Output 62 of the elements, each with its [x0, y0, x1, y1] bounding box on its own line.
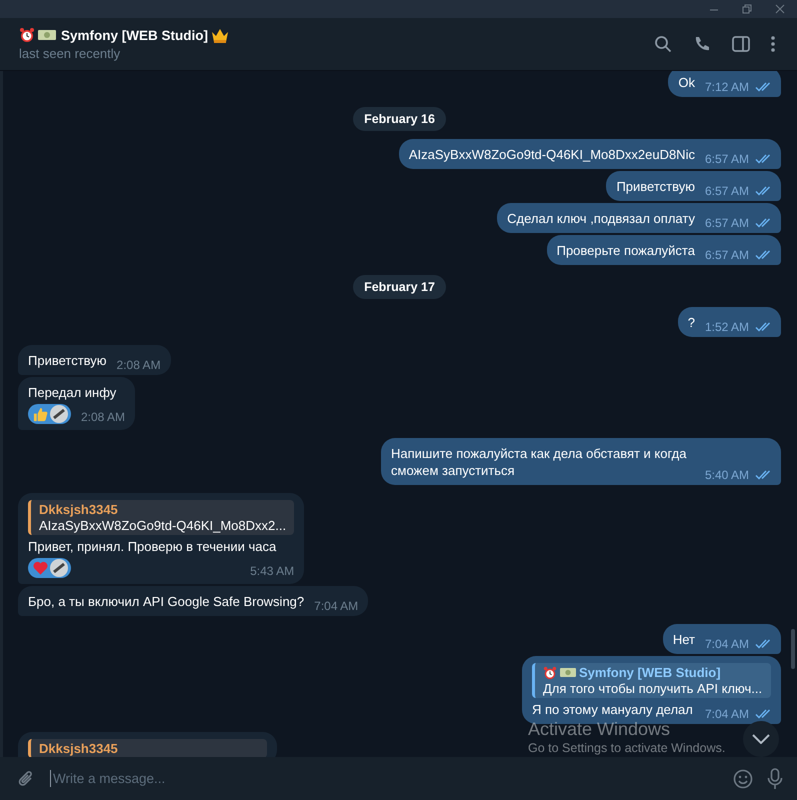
reply-text: AIzaSyBxxW8ZoGo9td-Q46KI_Mo8Dxx2... [39, 518, 286, 533]
message-time: 2:08 AM [81, 410, 126, 424]
message-text: Сделал ключ ,подвязал оплату [507, 210, 695, 227]
restore-icon[interactable] [742, 4, 752, 14]
message-time: 6:57 AM [704, 216, 749, 230]
microphone-icon[interactable] [767, 768, 783, 790]
message-text: Привет, принял. Проверю в течении часа [28, 538, 278, 555]
message-text: Напишите пожалуйста как дела обставят и когда сможем запуститься [391, 445, 688, 479]
message-text: Ok [678, 74, 695, 91]
message-text: Бро, а ты включил API Google Safe Browsing? [28, 593, 304, 610]
alarm-clock-icon [543, 666, 557, 680]
reply-quote[interactable]: Dkksjsh3345 AIzaSyBxxW8ZoGo9td-Q46KI_Mo8Dxx2... [28, 500, 294, 535]
emoji-icon[interactable] [733, 768, 753, 788]
avatar-icon [50, 405, 68, 423]
message-input[interactable]: Write a message... [50, 770, 719, 787]
sidebar-toggle-icon[interactable] [732, 36, 750, 52]
message-text: Проверьте пожалуйста [556, 242, 695, 259]
message-text: Приветствую [28, 352, 107, 369]
alarm-clock-icon [19, 27, 35, 43]
chat-title: Symfony [WEB Studio] [61, 28, 208, 42]
message-time: 7:12 AM [704, 80, 749, 94]
message-text: Я по этому мануалу делал [532, 701, 693, 718]
message-text: Нет [672, 631, 695, 648]
reaction-chip[interactable] [28, 404, 71, 424]
message-text: Приветствую [616, 178, 695, 195]
phone-icon[interactable] [693, 35, 711, 53]
reply-quote[interactable]: Dkksjsh3345 [28, 739, 267, 757]
search-icon[interactable] [654, 35, 672, 53]
message-composer[interactable]: Write a message... [0, 757, 797, 800]
scroll-down-button[interactable] [743, 721, 779, 757]
avatar-icon [50, 559, 68, 577]
message-time: 6:57 AM [704, 184, 749, 198]
message-time: 7:04 AM [314, 599, 358, 613]
date-divider: February 17 [353, 275, 446, 299]
message-time: 5:43 AM [250, 564, 294, 578]
message-time: 2:08 AM [116, 358, 161, 372]
message-time: 5:40 AM [704, 468, 749, 482]
message-time: 1:52 AM [704, 320, 749, 334]
banknote-icon [38, 29, 56, 41]
more-icon[interactable] [771, 36, 775, 52]
scrollbar-thumb[interactable] [791, 629, 795, 669]
crown-icon [211, 28, 229, 42]
reply-text: Для того чтобы получить API ключ... [543, 681, 763, 696]
message-time: 7:04 AM [704, 707, 749, 721]
reply-author: Dkksjsh3345 [39, 741, 118, 756]
activation-title: Activate Windows [528, 719, 672, 740]
message-time: 7:04 AM [704, 637, 749, 651]
activation-text: Go to Settings to activate Windows. [528, 741, 726, 755]
reply-author: Dkksjsh3345 [39, 502, 118, 517]
reaction-chip[interactable] [28, 558, 71, 578]
message-text: ? [688, 314, 695, 331]
last-seen-status: last seen recently [19, 46, 122, 61]
reply-quote[interactable]: Symfony [WEB Studio] Для того чтобы получить API ключ... [532, 663, 771, 698]
chevron-down-icon [752, 734, 770, 744]
message-text: AIzaSyBxxW8ZoGo9td-Q46KI_Mo8Dxx2euD8Nic [408, 146, 695, 163]
banknote-icon [560, 667, 576, 678]
message-time: 6:57 AM [704, 152, 749, 166]
message-time: 6:57 AM [704, 248, 749, 262]
reply-author: Symfony [WEB Studio] [579, 665, 721, 680]
message-text: Передал инфу [28, 384, 118, 401]
date-divider: February 16 [353, 107, 446, 131]
close-icon[interactable] [775, 4, 785, 14]
